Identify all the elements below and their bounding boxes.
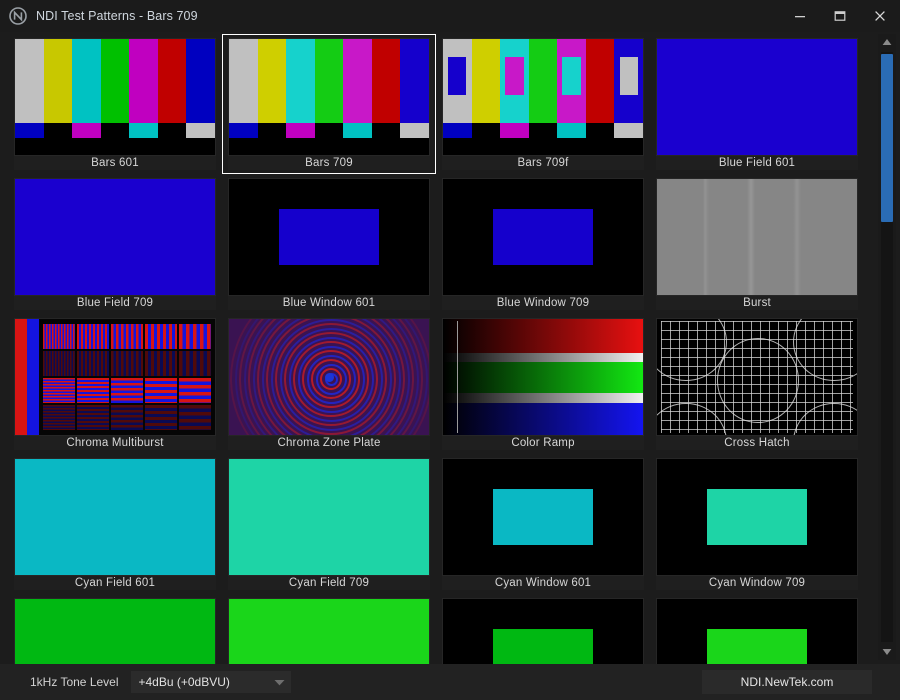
window-controls [780,0,900,32]
pattern-thumbnail [656,38,858,156]
tone-level-label: 1kHz Tone Level [30,675,119,689]
pattern-tile[interactable]: Cyan Field 709 [222,454,436,594]
pattern-tile-inner: Cyan Field 601 [12,458,218,590]
pattern-tile[interactable]: Cross Hatch [650,314,864,454]
pattern-tile-inner: Chroma Multiburst [12,318,218,450]
pattern-thumbnail [14,318,216,436]
pattern-thumbnail [442,38,644,156]
pattern-tile-inner [12,598,218,664]
close-button[interactable] [860,0,900,32]
brand-link[interactable]: NDI.NewTek.com [702,670,872,694]
pattern-tile-inner: Cross Hatch [654,318,860,450]
minimize-button[interactable] [780,0,820,32]
scroll-down-button[interactable] [878,644,896,660]
pattern-thumbnail [228,598,430,664]
pattern-thumbnail [14,458,216,576]
pattern-tile-label: Cyan Window 709 [656,576,858,590]
pattern-tile[interactable] [436,594,650,664]
pattern-tile-label: Cross Hatch [656,436,858,450]
pattern-tile-inner: Burst [654,178,860,310]
ndi-logo-icon [9,7,27,25]
pattern-tile-label: Bars 709 [228,156,430,170]
pattern-grid-viewport[interactable]: Bars 601 Bars 709 Bars 709f Blue Field 601 B… [8,32,870,664]
brand-label: NDI.NewTek.com [741,675,834,689]
pattern-tile[interactable]: Cyan Field 601 [8,454,222,594]
pattern-tile-inner: Bars 601 [12,38,218,170]
pattern-tile-inner: Cyan Window 601 [440,458,646,590]
pattern-tile-inner: Color Ramp [440,318,646,450]
pattern-thumbnail [14,178,216,296]
pattern-tile-label: Blue Field 709 [14,296,216,310]
pattern-tile[interactable]: Blue Window 601 [222,174,436,314]
pattern-tile-inner [226,598,432,664]
pattern-tile-label: Chroma Zone Plate [228,436,430,450]
title-bar: NDI Test Patterns - Bars 709 [0,0,900,32]
pattern-tile-label: Bars 601 [14,156,216,170]
pattern-thumbnail [228,38,430,156]
pattern-tile-inner: Blue Window 601 [226,178,432,310]
pattern-tile-inner: Bars 709 [226,38,432,170]
pattern-thumbnail [442,458,644,576]
pattern-thumbnail [442,318,644,436]
pattern-tile-label: Blue Window 709 [442,296,644,310]
pattern-tile[interactable]: Color Ramp [436,314,650,454]
pattern-tile[interactable]: Cyan Window 709 [650,454,864,594]
scrollbar-thumb[interactable] [881,54,893,222]
pattern-thumbnail [656,598,858,664]
pattern-tile-label: Cyan Window 601 [442,576,644,590]
pattern-tile[interactable]: Chroma Zone Plate [222,314,436,454]
pattern-tile-label: Color Ramp [442,436,644,450]
pattern-tile-inner: Cyan Field 709 [226,458,432,590]
pattern-thumbnail [442,598,644,664]
pattern-tile-inner: Cyan Window 709 [654,458,860,590]
maximize-button[interactable] [820,0,860,32]
pattern-tile-inner: Blue Field 601 [654,38,860,170]
pattern-thumbnail [14,38,216,156]
status-bar: 1kHz Tone Level +4dBu (+0dBVU) NDI.NewTe… [0,664,900,700]
pattern-tile[interactable]: Bars 709 [222,34,436,174]
pattern-thumbnail [14,598,216,664]
pattern-tile[interactable]: Bars 709f [436,34,650,174]
pattern-thumbnail [656,178,858,296]
pattern-tile[interactable] [222,594,436,664]
pattern-thumbnail [228,318,430,436]
pattern-thumbnail [442,178,644,296]
pattern-tile[interactable]: Blue Field 601 [650,34,864,174]
pattern-tile-inner: Blue Field 709 [12,178,218,310]
pattern-tile[interactable]: Bars 601 [8,34,222,174]
pattern-tile[interactable]: Burst [650,174,864,314]
vertical-scrollbar[interactable] [878,34,896,660]
pattern-tile-inner: Bars 709f [440,38,646,170]
pattern-tile-inner [654,598,860,664]
pattern-tile[interactable] [8,594,222,664]
pattern-tile[interactable]: Blue Field 709 [8,174,222,314]
pattern-tile-inner [440,598,646,664]
window-title: NDI Test Patterns - Bars 709 [36,9,198,23]
tone-level-value: +4dBu (+0dBVU) [139,675,230,689]
pattern-tile-label: Burst [656,296,858,310]
chevron-down-icon [274,671,285,693]
pattern-tile-label: Blue Window 601 [228,296,430,310]
scroll-up-button[interactable] [878,34,896,50]
pattern-tile-inner: Chroma Zone Plate [226,318,432,450]
pattern-grid-area: Bars 601 Bars 709 Bars 709f Blue Field 601 B… [0,32,900,664]
pattern-grid: Bars 601 Bars 709 Bars 709f Blue Field 601 B… [8,32,870,664]
pattern-thumbnail [228,458,430,576]
pattern-tile[interactable]: Cyan Window 601 [436,454,650,594]
pattern-thumbnail [656,318,858,436]
pattern-tile[interactable]: Blue Window 709 [436,174,650,314]
pattern-tile-label: Bars 709f [442,156,644,170]
pattern-tile-inner: Blue Window 709 [440,178,646,310]
pattern-tile[interactable] [650,594,864,664]
tone-level-select[interactable]: +4dBu (+0dBVU) [131,671,291,693]
pattern-tile-label: Cyan Field 709 [228,576,430,590]
pattern-thumbnail [656,458,858,576]
ndi-test-patterns-window: NDI Test Patterns - Bars 709 Bars 601Bar… [0,0,900,700]
pattern-thumbnail [228,178,430,296]
pattern-tile[interactable]: Chroma Multiburst [8,314,222,454]
pattern-tile-label: Chroma Multiburst [14,436,216,450]
pattern-tile-label: Blue Field 601 [656,156,858,170]
pattern-tile-label: Cyan Field 601 [14,576,216,590]
